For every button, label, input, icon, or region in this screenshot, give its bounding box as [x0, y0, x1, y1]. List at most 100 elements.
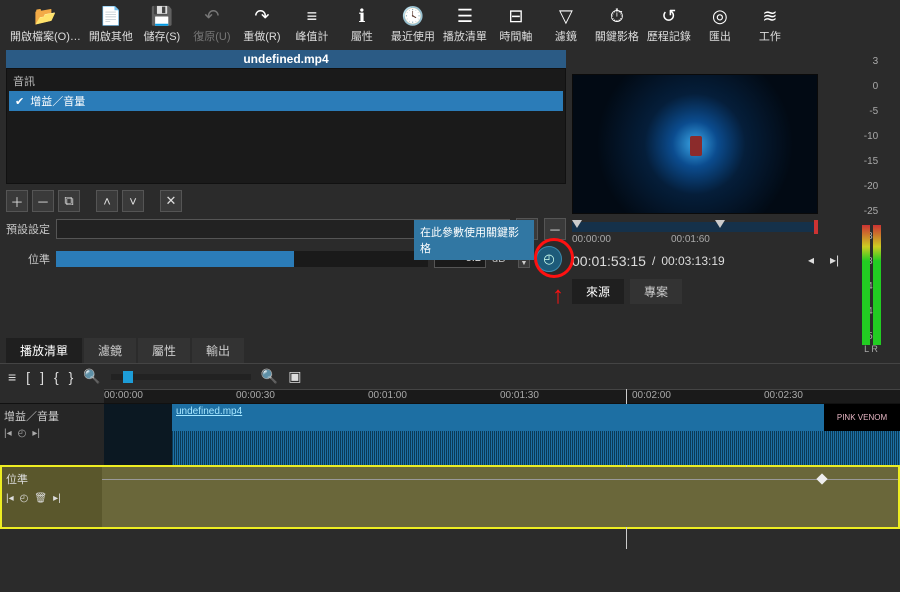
kf-trash-icon[interactable]: 🗑 — [34, 493, 47, 504]
file-add-icon: 📄 — [100, 4, 122, 28]
down-button[interactable]: ˅ — [122, 190, 144, 212]
keyframe-lane[interactable] — [102, 467, 898, 527]
kf-next-icon[interactable]: ▸| — [53, 493, 61, 504]
src-tab-0[interactable]: 來源 — [572, 279, 624, 304]
toolbar-info-button[interactable]: ℹ屬性 — [337, 2, 387, 46]
toolbar-clock-button[interactable]: 🕓最近使用 — [387, 2, 439, 46]
toolbar-filter-button[interactable]: ▽濾鏡 — [541, 2, 591, 46]
peak-icon: ≡ — [307, 4, 318, 28]
clip-name: undefined.mp4 — [172, 404, 900, 419]
track-next-key-icon[interactable]: ▸| — [32, 428, 40, 439]
audio-panel: 音訊 ✔ 增益／音量 — [6, 68, 566, 184]
ruler-tick: 00:02:30 — [764, 390, 803, 401]
prev-frame-button[interactable]: ◂ — [808, 253, 824, 269]
track-lane[interactable]: undefined.mp4 PINK VENOM — [104, 404, 900, 465]
undo-icon: ↶ — [204, 4, 219, 28]
current-timecode[interactable]: 00:01:53:15 — [572, 253, 646, 269]
next-frame-button[interactable]: ▸| — [830, 253, 846, 269]
meter-tick: 0 — [873, 81, 879, 92]
keyframe-track-header[interactable]: 位準 |◂ ◴ 🗑 ▸| — [2, 467, 102, 527]
ruler-tick: 00:00:00 — [104, 390, 143, 401]
toolbar-save-button[interactable]: 💾儲存(S) — [137, 2, 187, 46]
copy-button[interactable]: ⧉ — [58, 190, 80, 212]
zoom-in-icon[interactable]: 🔍 — [261, 368, 278, 385]
kf-stopwatch-icon[interactable]: ◴ — [20, 493, 29, 504]
toolbar-keyframe-button[interactable]: ⏱關鍵影格 — [591, 2, 643, 46]
file-title: undefined.mp4 — [6, 50, 566, 68]
filter-icon: ▽ — [559, 4, 573, 28]
redo-icon: ↷ — [254, 4, 269, 28]
ruler-tick: 00:01:30 — [500, 390, 539, 401]
audio-meter: 30-5-10-15-20-25-30-35-40-45-50 L R — [848, 50, 894, 363]
brace-right-icon[interactable]: } — [69, 369, 74, 385]
toolbar-playlist-button[interactable]: ☰播放清單 — [439, 2, 491, 46]
track-prev-key-icon[interactable]: |◂ — [4, 428, 12, 439]
toolbar-jobs-button[interactable]: ≋工作 — [745, 2, 795, 46]
toolbar-folder-open-button[interactable]: 📂開啟檔案(O)… — [6, 2, 85, 46]
save-icon: 💾 — [151, 4, 173, 28]
meter-tick: 3 — [873, 56, 879, 67]
video-preview[interactable] — [572, 74, 818, 214]
meter-tick: -20 — [864, 181, 878, 192]
keyframe-toggle-button[interactable]: ◴ — [536, 246, 562, 272]
waveform — [172, 431, 900, 465]
tab-0[interactable]: 播放清單 — [6, 338, 82, 363]
meter-tick: -5 — [869, 106, 878, 117]
timeline-icon: ⊟ — [508, 4, 523, 28]
kf-prev-icon[interactable]: |◂ — [6, 493, 14, 504]
timeline-ruler[interactable]: 00:00:0000:00:3000:01:0000:01:3000:02:00… — [104, 389, 900, 403]
keyframe-track-name: 位準 — [6, 471, 98, 487]
toolbar-label: 重做(R) — [243, 28, 280, 44]
toolbar-peak-button[interactable]: ≡峰值計 — [287, 2, 337, 46]
add-button[interactable]: ＋ — [6, 190, 28, 212]
clear-button[interactable]: ✕ — [160, 190, 182, 212]
tab-2[interactable]: 屬性 — [138, 338, 190, 363]
zoom-out-icon[interactable]: 🔍 — [83, 368, 100, 385]
toolbar-label: 屬性 — [351, 28, 373, 44]
keyframe-tooltip: 在此參數使用關鍵影格 — [414, 220, 534, 260]
preset-label: 預設設定 — [6, 221, 50, 237]
src-tab-1[interactable]: 專案 — [630, 279, 682, 304]
keyframe-diamond[interactable] — [816, 473, 827, 484]
audio-gain-row[interactable]: ✔ 增益／音量 — [9, 91, 563, 111]
bracket-right-icon[interactable]: ] — [40, 369, 44, 385]
toolbar-redo-button[interactable]: ↷重做(R) — [237, 2, 287, 46]
toolbar-label: 歷程記錄 — [647, 28, 691, 44]
toolbar-undo-button[interactable]: ↶復原(U) — [187, 2, 237, 46]
toolbar-export-button[interactable]: ◎匯出 — [695, 2, 745, 46]
toolbar-label: 復原(U) — [193, 28, 230, 44]
preset-remove-button[interactable]: － — [544, 218, 566, 240]
zoom-slider[interactable] — [111, 374, 251, 380]
history-icon: ↺ — [661, 4, 676, 28]
toolbar-timeline-button[interactable]: ⊟時間軸 — [491, 2, 541, 46]
ruler-tick: 00:00:30 — [236, 390, 275, 401]
level-slider[interactable] — [56, 251, 428, 267]
toolbar-label: 播放清單 — [443, 28, 487, 44]
clock-icon: 🕓 — [402, 4, 424, 28]
info-icon: ℹ — [358, 4, 365, 28]
zoom-fit-icon[interactable]: ▣ — [288, 368, 301, 385]
playlist-icon: ☰ — [457, 4, 473, 28]
brace-left-icon[interactable]: { — [54, 369, 59, 385]
keyframe-track: 位準 |◂ ◴ 🗑 ▸| — [0, 465, 900, 529]
remove-button[interactable]: － — [32, 190, 54, 212]
tab-1[interactable]: 濾鏡 — [84, 338, 136, 363]
level-spin-down[interactable]: ▼ — [518, 259, 530, 268]
track-keyframe-icon[interactable]: ◴ — [18, 428, 27, 439]
toolbar-label: 儲存(S) — [144, 28, 181, 44]
toolbar-history-button[interactable]: ↺歷程記錄 — [643, 2, 695, 46]
folder-open-icon: 📂 — [34, 4, 56, 28]
bracket-left-icon[interactable]: [ — [26, 369, 30, 385]
toolbar-label: 濾鏡 — [555, 28, 577, 44]
track-header[interactable]: 增益／音量 |◂ ◴ ▸| — [0, 404, 104, 465]
menu-icon[interactable]: ≡ — [8, 369, 16, 385]
toolbar-file-add-button[interactable]: 📄開啟其他 — [85, 2, 137, 46]
scrub-bar[interactable] — [572, 222, 818, 232]
clip-thumbnail: PINK VENOM — [824, 404, 900, 431]
up-button[interactable]: ˄ — [96, 190, 118, 212]
tab-3[interactable]: 輸出 — [192, 338, 244, 363]
meter-lr-label: L R — [864, 344, 878, 354]
ruler-tick: 00:01:00 — [368, 390, 407, 401]
export-icon: ◎ — [712, 4, 728, 28]
toolbar-label: 工作 — [759, 28, 781, 44]
